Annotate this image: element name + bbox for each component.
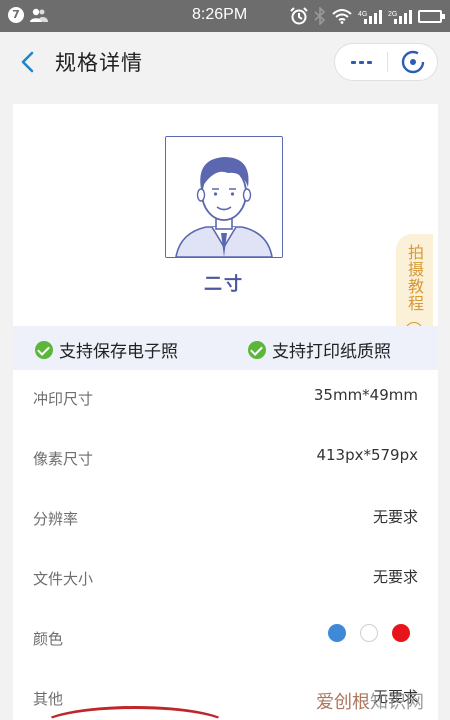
status-time: 8:26PM	[192, 6, 248, 23]
status-right: 4G 2G	[290, 7, 445, 25]
close-button[interactable]	[388, 44, 438, 80]
spec-key: 像素尺寸	[33, 450, 94, 468]
spec-value: 无要求	[372, 568, 418, 586]
spec-card: 二寸 拍摄教程 支持保存电子照 支持打印纸质照 冲印尺寸 35mm*49mm 像…	[13, 104, 438, 720]
support-label: 支持保存电子照	[59, 342, 178, 362]
wifi-icon	[332, 9, 352, 24]
spec-key: 其他	[33, 690, 64, 708]
svg-text:2G: 2G	[388, 11, 397, 18]
notification-badge: 7	[8, 7, 24, 23]
color-options	[328, 624, 410, 642]
check-circle-icon	[35, 340, 53, 359]
watermark-suffix: 知识网	[370, 692, 424, 713]
more-icon	[351, 61, 372, 64]
chevron-left-icon	[21, 51, 34, 73]
battery-icon	[418, 9, 445, 23]
spec-key: 分辨率	[33, 510, 79, 528]
alarm-icon	[290, 7, 308, 25]
spec-value: 413px*579px	[316, 446, 418, 464]
spec-row-color: 颜色	[13, 610, 438, 670]
spec-value: 无要求	[372, 508, 418, 526]
watermark-brand: 爱创根	[316, 692, 370, 713]
close-target-icon	[401, 50, 425, 74]
more-button[interactable]	[335, 44, 387, 80]
support-bar: 支持保存电子照 支持打印纸质照	[13, 326, 438, 370]
spec-key: 冲印尺寸	[33, 390, 94, 408]
person-avatar-icon	[166, 137, 282, 257]
spec-key: 颜色	[33, 630, 64, 648]
page-title: 规格详情	[55, 51, 143, 75]
back-button[interactable]	[14, 48, 42, 76]
spec-row-file-size: 文件大小 无要求	[13, 550, 438, 610]
mini-program-capsule	[334, 43, 438, 81]
support-print: 支持打印纸质照	[248, 337, 391, 362]
support-label: 支持打印纸质照	[272, 342, 391, 362]
sample-photo	[165, 136, 283, 258]
support-electronic: 支持保存电子照	[35, 337, 178, 362]
spec-row-pixel-size: 像素尺寸 413px*579px	[13, 430, 438, 490]
spec-row-resolution: 分辨率 无要求	[13, 490, 438, 550]
status-bar: 7 8:26PM 4G 2G	[0, 0, 450, 32]
nav-bar: 规格详情	[0, 32, 450, 92]
tutorial-label: 拍摄教程	[405, 244, 424, 312]
bluetooth-icon	[314, 7, 326, 25]
svg-text:4G: 4G	[358, 11, 367, 18]
contacts-icon	[30, 8, 48, 22]
color-swatch-white[interactable]	[360, 624, 378, 642]
signal-icon-2: 2G	[388, 10, 412, 24]
photo-size-label: 二寸	[204, 274, 244, 295]
spec-key: 文件大小	[33, 570, 94, 588]
color-swatch-red[interactable]	[392, 624, 410, 642]
status-left: 7	[8, 7, 48, 23]
spec-value: 35mm*49mm	[313, 386, 418, 404]
signal-icon-1: 4G	[358, 10, 382, 24]
color-swatch-blue[interactable]	[328, 624, 346, 642]
check-circle-icon	[248, 340, 266, 359]
watermark: 爱创根知识网	[316, 688, 424, 714]
spec-row-print-size: 冲印尺寸 35mm*49mm	[13, 370, 438, 430]
